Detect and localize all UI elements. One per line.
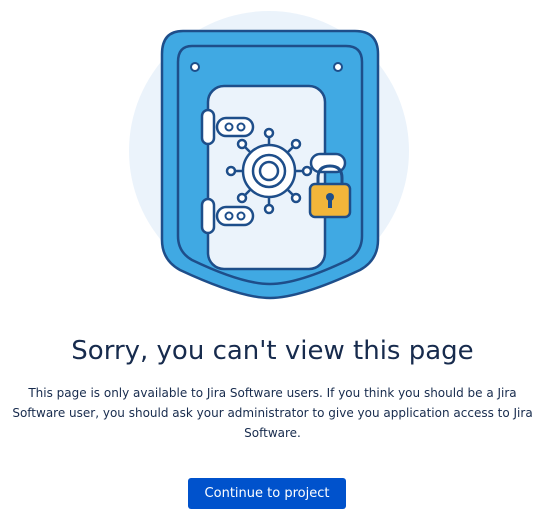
rivet-icon: [333, 62, 343, 72]
error-message: This page is only available to Jira Soft…: [12, 386, 533, 440]
continue-to-project-button[interactable]: Continue to project: [188, 478, 346, 509]
page-title: Sorry, you can't view this page: [71, 336, 474, 366]
rivet-icon: [190, 62, 200, 72]
vault-icon: [129, 11, 409, 300]
vault-illustration: [0, 0, 545, 300]
vault-wheel-icon: [225, 127, 313, 215]
